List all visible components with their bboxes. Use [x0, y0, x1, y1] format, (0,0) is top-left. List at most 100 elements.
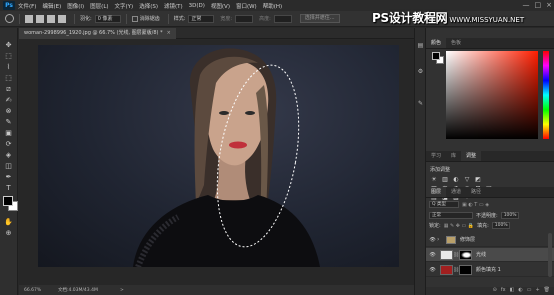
menu-filter[interactable]: 滤镜(T) [161, 2, 186, 10]
style-select[interactable]: 正常 [188, 14, 215, 23]
hand-tool-icon[interactable]: ✋ [3, 218, 14, 227]
eraser-tool-icon[interactable]: ◈ [3, 151, 14, 160]
add-mask-icon[interactable]: ◧ [510, 287, 515, 295]
brush-panel-icon[interactable]: ✎ [417, 100, 424, 107]
minimize-button[interactable]: — [523, 1, 530, 9]
tab-channels[interactable]: 通道 [446, 187, 466, 197]
layers-scrollbar[interactable] [548, 233, 552, 277]
new-layer-icon[interactable]: + [535, 287, 539, 295]
menu-edit[interactable]: 编辑(E) [39, 2, 64, 10]
fill-input[interactable]: 100% [491, 222, 510, 229]
marquee-tool-icon[interactable]: ⬚ [3, 52, 14, 61]
menu-select[interactable]: 选择(S) [136, 2, 161, 10]
layer-mask-thumbnail[interactable] [459, 264, 472, 275]
filter-icons[interactable]: ▣ ◐ T ▭ ◈ [462, 202, 489, 208]
history-panel-icon[interactable]: ▤ [417, 42, 424, 49]
link-icon[interactable]: ⛓ [453, 252, 459, 258]
watermark-url: WWW.MISSYUAN.NET [449, 16, 525, 24]
menu-view[interactable]: 视图(V) [208, 2, 233, 10]
menu-help[interactable]: 帮助(H) [260, 2, 285, 10]
tab-swatches[interactable]: 色板 [446, 38, 466, 48]
new-group-icon[interactable]: ▭ [527, 287, 532, 295]
blend-mode-select[interactable]: 正常 [429, 212, 473, 219]
foreground-color-swatch[interactable] [3, 196, 13, 206]
color-panel-foreground[interactable] [432, 52, 440, 60]
close-tab-icon[interactable]: × [167, 30, 171, 36]
width-input[interactable] [235, 14, 254, 23]
close-window-button[interactable]: × [546, 1, 552, 9]
pen-tool-icon[interactable]: ✒ [3, 173, 14, 182]
visibility-eye-icon[interactable]: 👁 [428, 237, 437, 243]
blend-row: 正常 不透明度: 100% [429, 212, 519, 219]
menu-3d[interactable]: 3D(D) [186, 3, 208, 9]
exposure-icon[interactable]: ▽ [463, 176, 471, 183]
properties-panel-icon[interactable]: ⚙ [417, 68, 424, 75]
elliptical-marquee-icon[interactable] [5, 14, 14, 23]
height-input[interactable] [273, 14, 292, 23]
layer-row-retouch[interactable]: 👁 › 修饰层 [426, 233, 554, 247]
visibility-eye-icon[interactable]: 👁 [428, 267, 437, 273]
divider [19, 13, 20, 24]
opacity-input[interactable]: 100% [500, 212, 519, 219]
document-canvas[interactable] [38, 45, 399, 267]
menu-file[interactable]: 文件(F) [15, 2, 39, 10]
select-and-mask-button[interactable]: 选择并遮住... [299, 14, 340, 23]
lock-icons[interactable]: ▦ ✎ ✥ ▭ 🔒 [444, 223, 474, 229]
zoom-level[interactable]: 66.67% [24, 288, 58, 293]
subtract-selection-icon[interactable] [47, 14, 55, 23]
feather-input[interactable]: 0 像素 [94, 14, 121, 23]
portrait-photo [133, 48, 320, 267]
layer-row-color-fill[interactable]: 👁 ⛓ 颜色填充 1 [426, 263, 554, 277]
menu-type[interactable]: 文字(Y) [112, 2, 137, 10]
layer-mask-thumbnail[interactable] [459, 249, 472, 260]
brightness-icon[interactable]: ☀ [430, 176, 438, 183]
document-tab[interactable]: woman-2998996_1920.jpg @ 66.7% (光线, 图层蒙版… [19, 28, 176, 39]
intersect-selection-icon[interactable] [58, 14, 66, 23]
layer-row-light[interactable]: 👁 ⛓ 光线 [426, 248, 554, 262]
layers-bottom-bar: ⊝ fx ◧ ◐ ▭ + 🗑 [426, 287, 554, 295]
eyedropper-tool-icon[interactable]: ✍ [3, 96, 14, 105]
tab-adjustments[interactable]: 调整 [461, 151, 482, 161]
vibrance-icon[interactable]: ◩ [474, 176, 482, 183]
menu-image[interactable]: 图像(I) [64, 2, 87, 10]
curves-icon[interactable]: ◐ [452, 176, 460, 183]
gradient-tool-icon[interactable]: ◫ [3, 162, 14, 171]
brush-tool-icon[interactable]: ✎ [3, 118, 14, 127]
link-layers-icon[interactable]: ⊝ [493, 287, 497, 295]
zoom-tool-icon[interactable]: ⊕ [3, 229, 14, 238]
quick-select-tool-icon[interactable]: ⬚ [3, 74, 14, 83]
lasso-tool-icon[interactable]: ⌇ [3, 63, 14, 72]
antialias-label: 消除锯齿 [139, 16, 160, 22]
healing-tool-icon[interactable]: ⊗ [3, 107, 14, 116]
type-tool-icon[interactable]: T [3, 184, 14, 193]
new-adjustment-icon[interactable]: ◐ [518, 287, 522, 295]
maximize-button[interactable]: □ [535, 1, 542, 9]
levels-icon[interactable]: ▥ [441, 176, 449, 183]
new-selection-icon[interactable] [25, 14, 33, 23]
visibility-eye-icon[interactable]: 👁 [428, 252, 437, 258]
layer-filter-row: Q 类型 ▣ ◐ T ▭ ◈ [429, 201, 489, 208]
tab-libraries[interactable]: 库 [446, 151, 461, 161]
menu-layer[interactable]: 图层(L) [87, 2, 111, 10]
delete-layer-icon[interactable]: 🗑 [544, 287, 550, 295]
antialias-checkbox[interactable] [131, 15, 138, 22]
group-chevron-icon[interactable]: › [437, 236, 443, 243]
canvas-area[interactable] [19, 40, 414, 285]
link-icon[interactable]: ⛓ [453, 267, 459, 273]
stamp-tool-icon[interactable]: ▣ [3, 129, 14, 138]
layer-style-icon[interactable]: fx [501, 287, 506, 295]
move-tool-icon[interactable]: ✥ [3, 41, 14, 50]
tab-paths[interactable]: 路径 [466, 187, 486, 197]
tab-learn[interactable]: 学习 [426, 151, 446, 161]
hue-slider[interactable] [543, 51, 549, 139]
tab-color[interactable]: 颜色 [426, 38, 447, 48]
tab-layers[interactable]: 图层 [426, 187, 447, 197]
add-selection-icon[interactable] [36, 14, 44, 23]
divider [167, 13, 169, 24]
layer-kind-filter[interactable]: Q 类型 [429, 201, 459, 208]
history-brush-tool-icon[interactable]: ⟳ [3, 140, 14, 149]
crop-tool-icon[interactable]: ⧄ [3, 85, 14, 94]
menu-window[interactable]: 窗口(W) [233, 2, 260, 10]
color-picker-field[interactable] [446, 51, 538, 139]
status-menu-icon[interactable]: > [120, 288, 124, 293]
